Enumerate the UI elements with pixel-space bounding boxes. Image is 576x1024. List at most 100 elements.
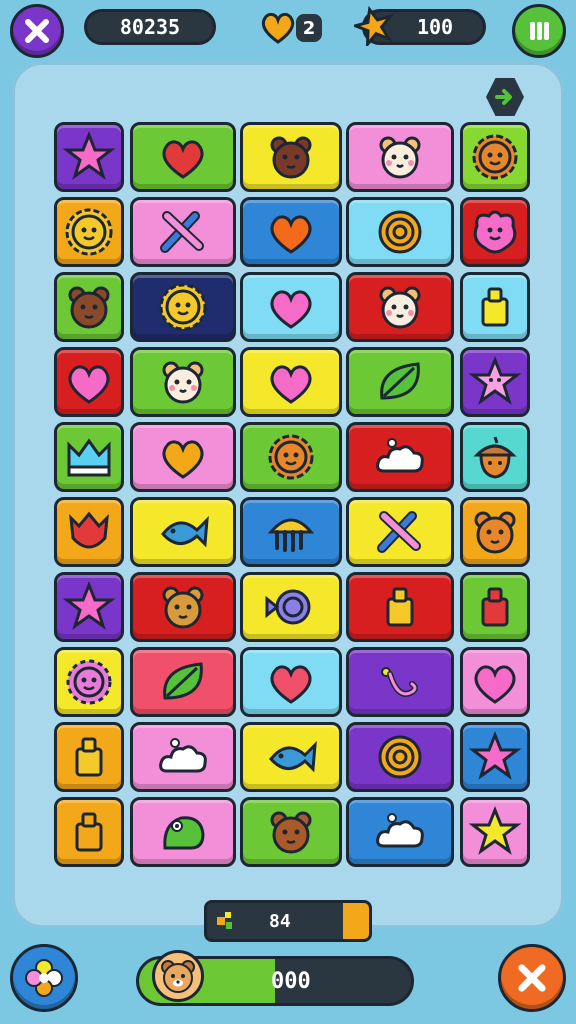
star-icon xyxy=(62,580,116,630)
tile[interactable] xyxy=(240,572,342,642)
tile[interactable] xyxy=(460,347,530,417)
tile[interactable] xyxy=(460,647,530,717)
tile[interactable] xyxy=(346,197,454,267)
tile[interactable] xyxy=(130,272,236,342)
tile[interactable] xyxy=(130,422,236,492)
close-icon xyxy=(518,964,546,992)
bear-icon xyxy=(270,811,312,854)
star-icon xyxy=(468,730,522,780)
tile[interactable] xyxy=(54,572,124,642)
heart-icon xyxy=(162,440,204,479)
bear-icon xyxy=(474,511,516,554)
tile[interactable] xyxy=(460,797,530,867)
fish-icon xyxy=(161,516,209,548)
bear-icon xyxy=(270,136,312,179)
tile[interactable] xyxy=(130,497,236,567)
tile[interactable] xyxy=(54,722,124,792)
tile[interactable] xyxy=(130,122,236,192)
heart-icon xyxy=(270,290,312,329)
bear-icon xyxy=(162,586,204,629)
tile[interactable] xyxy=(460,122,530,192)
tile[interactable] xyxy=(240,497,342,567)
tile[interactable] xyxy=(130,572,236,642)
block-icon xyxy=(75,737,103,777)
target-counter: 84 xyxy=(204,900,372,942)
tile[interactable] xyxy=(346,272,454,342)
tulip-icon xyxy=(69,511,109,549)
spiky-face-icon xyxy=(66,659,112,705)
block-icon xyxy=(481,587,509,627)
heart-icon xyxy=(270,665,312,704)
heart-icon xyxy=(270,215,312,254)
heart-icon xyxy=(68,365,110,404)
tile[interactable] xyxy=(240,272,342,342)
tile[interactable] xyxy=(346,422,454,492)
star-face-icon xyxy=(468,355,522,405)
bear-face-icon xyxy=(161,960,195,993)
tile[interactable] xyxy=(460,722,530,792)
tile[interactable] xyxy=(240,797,342,867)
tile[interactable] xyxy=(240,122,342,192)
progress-value: 000 xyxy=(271,969,311,994)
tile[interactable] xyxy=(240,722,342,792)
tile[interactable] xyxy=(346,122,454,192)
star-icon xyxy=(354,6,394,46)
jellyfish-icon xyxy=(267,518,315,552)
close-button[interactable] xyxy=(10,4,64,58)
bear-avatar xyxy=(152,950,204,1002)
tile[interactable] xyxy=(54,422,124,492)
tile[interactable] xyxy=(54,197,124,267)
block-icon xyxy=(386,587,414,627)
spiral-shell-icon xyxy=(378,735,422,779)
tile[interactable] xyxy=(130,347,236,417)
quit-button[interactable] xyxy=(498,944,566,1012)
tile[interactable] xyxy=(130,722,236,792)
sun-face-icon xyxy=(65,208,113,256)
hook-icon xyxy=(381,667,418,697)
tile[interactable] xyxy=(460,197,530,267)
bear-icon xyxy=(68,286,110,329)
tile[interactable] xyxy=(54,122,124,192)
tile[interactable] xyxy=(346,572,454,642)
spiral-shell-icon xyxy=(378,210,422,254)
tile[interactable] xyxy=(346,497,454,567)
pause-icon xyxy=(530,22,549,40)
star-icon xyxy=(468,805,522,855)
tile[interactable] xyxy=(346,647,454,717)
tile[interactable] xyxy=(240,197,342,267)
tile[interactable] xyxy=(460,497,530,567)
lives-counter: 2 xyxy=(258,8,328,48)
stars-value: 100 xyxy=(416,15,454,39)
tile[interactable] xyxy=(460,272,530,342)
tile[interactable] xyxy=(54,647,124,717)
pause-button[interactable] xyxy=(512,4,566,58)
cloud-icon xyxy=(159,738,207,773)
tile[interactable] xyxy=(240,422,342,492)
crossed-swords-icon xyxy=(160,211,204,253)
tile[interactable] xyxy=(346,722,454,792)
tile[interactable] xyxy=(130,797,236,867)
hamster-icon xyxy=(379,136,421,179)
tile[interactable] xyxy=(54,797,124,867)
tile[interactable] xyxy=(346,347,454,417)
tile[interactable] xyxy=(54,347,124,417)
booster-button[interactable] xyxy=(10,944,78,1012)
tile[interactable] xyxy=(54,497,124,567)
tile[interactable] xyxy=(460,422,530,492)
tile[interactable] xyxy=(460,572,530,642)
tile[interactable] xyxy=(54,272,124,342)
tile[interactable] xyxy=(130,197,236,267)
tile[interactable] xyxy=(240,647,342,717)
block-icon xyxy=(481,287,509,327)
star-icon xyxy=(62,130,116,180)
leaf-icon xyxy=(380,362,420,400)
candy-icon xyxy=(265,589,311,625)
gear-face-icon xyxy=(472,134,518,180)
tile[interactable] xyxy=(346,797,454,867)
tile[interactable] xyxy=(240,347,342,417)
block-icon xyxy=(75,812,103,852)
hamster-icon xyxy=(162,361,204,404)
tile[interactable] xyxy=(130,647,236,717)
lives-value: 2 xyxy=(296,14,322,42)
score-value: 80235 xyxy=(119,15,181,39)
